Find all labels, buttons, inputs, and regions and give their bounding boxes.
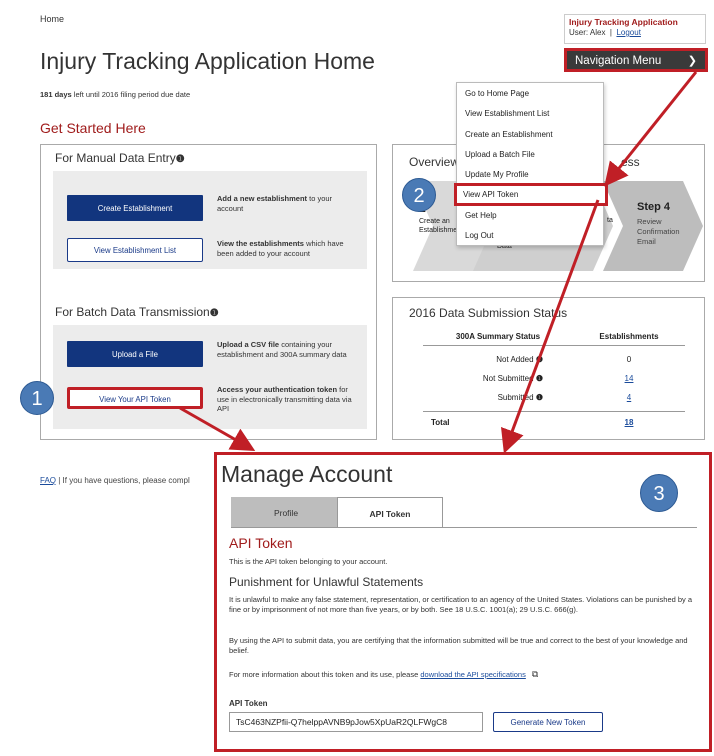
punishment-paragraph: It is unlawful to make any false stateme… <box>229 595 693 614</box>
get-started-panel: For Manual Data Entry❶ Create Establishm… <box>40 144 377 440</box>
generate-new-token-button[interactable]: Generate New Token <box>493 712 603 732</box>
upload-file-button[interactable]: Upload a File <box>67 341 203 367</box>
table-row: Not Added ❶ 0 <box>423 350 685 369</box>
tab-api-token[interactable]: API Token <box>337 497 443 527</box>
info-icon[interactable]: ❶ <box>210 308 219 319</box>
menu-item-home[interactable]: Go to Home Page <box>457 83 603 103</box>
table-row: Submitted ❶ 4 <box>423 388 685 407</box>
faq-link[interactable]: FAQ <box>40 476 56 485</box>
create-establishment-button[interactable]: Create Establishment <box>67 195 203 221</box>
chevron-down-icon: ❯ <box>687 55 697 67</box>
overview-title: Overview <box>409 155 460 169</box>
breadcrumb[interactable]: Home <box>40 14 64 24</box>
external-link-icon[interactable]: ⧉ <box>532 669 538 680</box>
step-badge-3: 3 <box>640 474 678 512</box>
view-api-token-desc: Access your authentication token for use… <box>217 385 352 413</box>
more-info-paragraph: For more information about this token an… <box>229 669 539 680</box>
table-header: 300A Summary Status Establishments <box>423 332 685 346</box>
row-label: Not Added <box>496 355 534 364</box>
days-left-notice: 181 days left until 2016 filing period d… <box>40 90 190 99</box>
manage-account-panel: Manage Account Profile API Token API Tok… <box>214 452 712 752</box>
view-api-token-button[interactable]: View Your API Token <box>67 387 203 409</box>
status-title: 2016 Data Submission Status <box>409 306 568 320</box>
user-separator: | <box>609 28 612 37</box>
navigation-menu-label: Navigation Menu <box>575 55 662 67</box>
get-started-heading: Get Started Here <box>40 120 146 136</box>
download-api-spec-link[interactable]: download the API specifications <box>420 670 525 679</box>
navigation-dropdown: Go to Home Page View Establishment List … <box>454 82 608 246</box>
create-establishment-desc: Add a new establishment to your account <box>217 194 333 213</box>
step-badge-1: 1 <box>20 381 54 415</box>
menu-item-upload-batch[interactable]: Upload a Batch File <box>457 144 603 164</box>
api-token-field[interactable] <box>229 712 483 732</box>
step-4-text: Review Confirmation Email <box>637 217 680 246</box>
logout-link[interactable]: Logout <box>616 28 640 37</box>
view-establishment-desc: View the establishments which have been … <box>217 239 344 258</box>
menu-item-get-help[interactable]: Get Help <box>457 205 603 225</box>
manual-entry-title: For Manual Data Entry❶ <box>55 151 185 165</box>
menu-item-view-establishments[interactable]: View Establishment List <box>457 103 603 123</box>
row-value: 0 <box>626 355 632 364</box>
certification-paragraph: By using the API to submit data, you are… <box>229 636 688 655</box>
col-establishments: Establishments <box>599 332 659 341</box>
navigation-menu-button[interactable]: Navigation Menu ❯ <box>564 48 708 72</box>
page-title: Injury Tracking Application Home <box>40 48 375 74</box>
days-text: left until 2016 filing period due date <box>71 90 191 99</box>
menu-item-log-out[interactable]: Log Out <box>457 225 603 245</box>
col-summary-status: 300A Summary Status <box>455 332 541 341</box>
row-label: Submitted <box>497 393 534 402</box>
tab-profile[interactable]: Profile <box>231 497 341 527</box>
table-row: Not Submitted ❶ 14 <box>423 369 685 388</box>
info-icon[interactable]: ❶ <box>536 374 543 383</box>
step-4-label: Step 4 <box>637 201 671 213</box>
menu-item-update-profile[interactable]: Update My Profile <box>457 164 603 184</box>
row-value-link[interactable]: 14 <box>625 374 634 383</box>
user-line: User: Alex | Logout <box>569 28 701 37</box>
footer: FAQ | If you have questions, please comp… <box>40 476 190 485</box>
submission-status-panel: 2016 Data Submission Status 300A Summary… <box>392 297 705 440</box>
row-label: Not Submitted <box>482 374 534 383</box>
step-badge-2: 2 <box>402 178 436 212</box>
punishment-heading: Punishment for Unlawful Statements <box>229 575 424 589</box>
menu-item-view-api-token[interactable]: View API Token <box>454 183 608 206</box>
step-mid-side: ta <box>607 217 613 224</box>
days-count: 181 days <box>40 90 72 99</box>
row-value-link[interactable]: 4 <box>627 393 631 402</box>
total-value-link[interactable]: 18 <box>625 418 634 427</box>
table-total-row: Total 18 <box>423 411 685 427</box>
info-icon[interactable]: ❶ <box>536 393 543 402</box>
info-icon[interactable]: ❶ <box>176 154 185 165</box>
menu-item-create-establishment[interactable]: Create an Establishment <box>457 124 603 144</box>
api-token-heading: API Token <box>229 535 293 551</box>
user-label: User: Alex <box>569 28 606 37</box>
total-label: Total <box>431 418 450 427</box>
view-establishment-list-button[interactable]: View Establishment List <box>67 238 203 262</box>
info-icon[interactable]: ❶ <box>536 355 543 364</box>
tab-divider <box>231 527 697 528</box>
upload-file-desc: Upload a CSV file containing your establ… <box>217 340 347 359</box>
app-name: Injury Tracking Application <box>569 17 678 27</box>
manage-account-title: Manage Account <box>221 461 393 487</box>
footer-text: | If you have questions, please compl <box>56 476 190 485</box>
api-token-desc: This is the API token belonging to your … <box>229 557 388 566</box>
status-table: 300A Summary Status Establishments Not A… <box>423 332 685 427</box>
api-token-label: API Token <box>229 699 268 708</box>
batch-transmission-title: For Batch Data Transmission❶ <box>55 305 219 319</box>
overview-title-tail: ess <box>621 155 640 169</box>
user-box: Injury Tracking Application User: Alex |… <box>564 14 706 44</box>
